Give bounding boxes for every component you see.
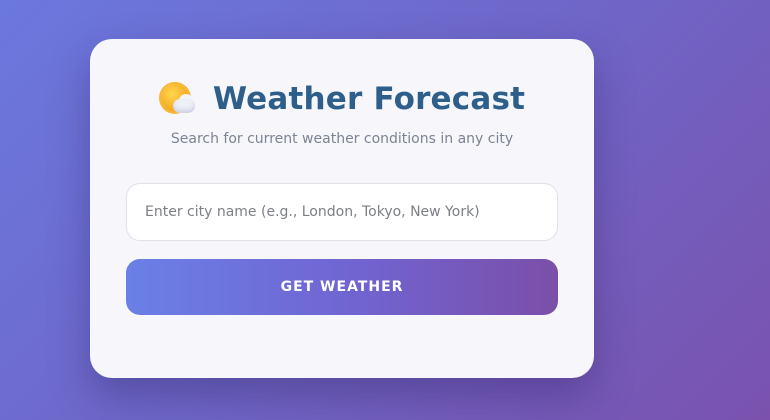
- weather-card: Weather Forecast Search for current weat…: [90, 39, 594, 378]
- page-subtitle: Search for current weather conditions in…: [170, 131, 514, 147]
- get-weather-button[interactable]: GET WEATHER: [126, 259, 558, 315]
- page-title: Weather Forecast: [212, 81, 526, 117]
- sun-behind-cloud-icon: [159, 81, 199, 117]
- city-search-input[interactable]: [126, 183, 558, 241]
- header: Weather Forecast: [90, 77, 594, 121]
